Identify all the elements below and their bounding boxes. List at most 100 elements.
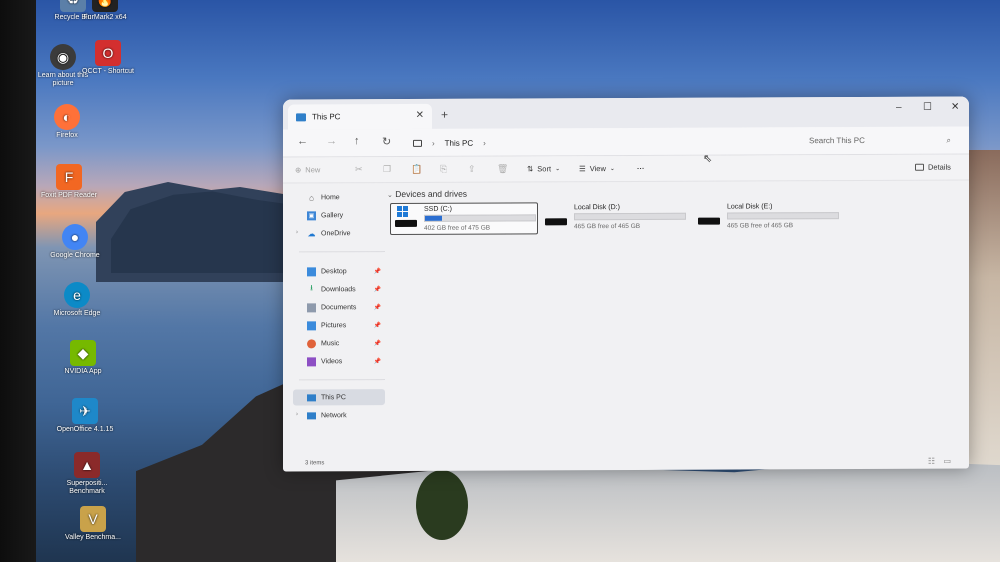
pin-icon[interactable]: 📌 bbox=[374, 268, 381, 275]
breadcrumb-this-pc[interactable]: This PC bbox=[445, 138, 473, 147]
details-button[interactable]: Details bbox=[915, 163, 951, 172]
new-button[interactable]: ⊕ New bbox=[295, 165, 320, 174]
view-button[interactable]: ☰ View ⌄ bbox=[579, 164, 615, 173]
mouse-cursor-icon: ⇖ bbox=[703, 153, 713, 165]
desktop-icon-valley[interactable]: V Valley Benchma... bbox=[58, 506, 128, 542]
forward-arrow-icon[interactable]: → bbox=[326, 135, 337, 147]
desktop-icon-label: Firefox bbox=[56, 132, 78, 139]
sidebar-item-network[interactable]: Network bbox=[293, 407, 385, 423]
desktop-icon-occt[interactable]: O OCCT - Shortcut bbox=[73, 40, 143, 76]
drive-item-d[interactable]: Local Disk (D:) 465 GB free of 465 GB bbox=[541, 202, 689, 235]
sidebar-item-music[interactable]: Music 📌 bbox=[293, 335, 385, 351]
computer-icon bbox=[307, 393, 316, 401]
sidebar-divider bbox=[299, 251, 385, 253]
search-icon: ⌕ bbox=[946, 135, 951, 145]
tiles-view-icon[interactable]: ▭ bbox=[943, 456, 951, 465]
minimize-button[interactable]: – bbox=[896, 102, 902, 113]
pin-icon[interactable]: 📌 bbox=[374, 358, 381, 365]
sidebar-item-onedrive[interactable]: ☁ OneDrive bbox=[293, 225, 385, 241]
drive-free-space: 465 GB free of 465 GB bbox=[727, 222, 794, 230]
sort-label: Sort bbox=[537, 164, 552, 174]
sidebar-item-downloads[interactable]: ⭳ Downloads 📌 bbox=[293, 281, 385, 297]
back-arrow-icon[interactable]: ← bbox=[297, 135, 308, 147]
drive-usage-bar bbox=[424, 214, 536, 222]
status-bar: 3 items ☷ ▭ bbox=[283, 453, 969, 472]
content-pane: ⌄ Devices and drives SSD (C:) 402 GB fre… bbox=[383, 181, 963, 444]
desktop-icon-label: FurMark2 x64 bbox=[83, 14, 127, 21]
pin-icon[interactable]: 📌 bbox=[374, 286, 381, 293]
network-icon bbox=[307, 411, 316, 419]
up-arrow-icon[interactable]: ↑ bbox=[354, 135, 360, 147]
tab-this-pc[interactable]: This PC ✕ bbox=[288, 103, 432, 130]
sidebar-item-pictures[interactable]: Pictures 📌 bbox=[293, 317, 385, 333]
search-placeholder: Search This PC bbox=[809, 135, 865, 146]
drive-name: Local Disk (D:) bbox=[574, 204, 620, 212]
new-tab-button[interactable]: + bbox=[441, 108, 448, 122]
superposition-icon: ▲ bbox=[74, 452, 100, 478]
pin-icon[interactable]: 📌 bbox=[374, 322, 381, 329]
copy-icon[interactable]: ❐ bbox=[383, 164, 391, 175]
desktop-icon-label: Valley Benchma... bbox=[65, 534, 121, 541]
drive-item-c[interactable]: SSD (C:) 402 GB free of 475 GB bbox=[390, 202, 538, 236]
sidebar-item-label: Gallery bbox=[321, 211, 344, 219]
details-view-icon[interactable]: ☷ bbox=[928, 456, 935, 465]
more-options-button[interactable]: ··· bbox=[637, 164, 645, 173]
address-bar[interactable]: › This PC › bbox=[405, 131, 795, 153]
documents-icon bbox=[307, 302, 316, 312]
sidebar-item-label: This PC bbox=[321, 393, 346, 401]
pin-icon[interactable]: 📌 bbox=[374, 304, 381, 311]
computer-icon bbox=[296, 112, 306, 121]
desktop-icon-foxit[interactable]: F Foxit PDF Reader bbox=[34, 164, 104, 200]
sort-button[interactable]: ⇅ Sort ⌄ bbox=[527, 164, 560, 173]
sidebar-item-desktop[interactable]: Desktop 📌 bbox=[293, 263, 385, 279]
rename-icon[interactable]: ⎘ bbox=[440, 164, 447, 175]
desktop-icons: ♻ Recycle Bin 🔥 FurMark2 x64 ◉ Learn abo… bbox=[34, 0, 134, 562]
plus-circle-icon: ⊕ bbox=[295, 165, 302, 175]
cut-icon[interactable]: ✂ bbox=[355, 164, 363, 175]
home-icon: ⌂ bbox=[309, 192, 314, 202]
desktop-icon-edge[interactable]: e Microsoft Edge bbox=[42, 282, 112, 318]
wallpaper-tree bbox=[416, 470, 468, 540]
chevron-down-icon: ⌄ bbox=[609, 166, 615, 173]
title-bar[interactable]: This PC ✕ + – ☐ ✕ bbox=[283, 96, 969, 130]
desktop-icon-nvidia[interactable]: ◆ NVIDIA App bbox=[48, 340, 118, 376]
wallpaper-town-right bbox=[966, 150, 1000, 470]
valley-icon: V bbox=[80, 506, 106, 532]
desktop-folder-icon bbox=[307, 266, 316, 276]
sidebar-item-home[interactable]: ⌂ Home bbox=[293, 189, 385, 205]
pin-icon[interactable]: 📌 bbox=[374, 340, 381, 347]
desktop-icon-openoffice[interactable]: ✈ OpenOffice 4.1.15 bbox=[50, 398, 120, 434]
close-window-button[interactable]: ✕ bbox=[951, 102, 959, 113]
share-icon[interactable]: ⇪ bbox=[468, 164, 476, 175]
command-bar: ⊕ New ✂ ❐ 📋 ⎘ ⇪ 🗑 ⇅ Sort ⌄ ☰ View ⌄ ··· … bbox=[283, 154, 969, 184]
drive-item-e[interactable]: Local Disk (E:) 465 GB free of 465 GB bbox=[694, 201, 842, 234]
drive-usage-bar bbox=[727, 212, 839, 220]
drive-icon bbox=[395, 219, 417, 228]
drive-usage-fill bbox=[425, 215, 442, 221]
sidebar-item-gallery[interactable]: ▣ Gallery bbox=[293, 207, 385, 223]
drive-free-space: 402 GB free of 475 GB bbox=[424, 224, 491, 232]
sidebar-item-videos[interactable]: Videos 📌 bbox=[293, 353, 385, 369]
chrome-icon: ● bbox=[62, 224, 88, 250]
item-count: 3 items bbox=[305, 460, 325, 467]
edge-icon: e bbox=[64, 282, 90, 308]
desktop-icon-label: NVIDIA App bbox=[64, 368, 102, 375]
delete-icon[interactable]: 🗑 bbox=[497, 164, 508, 175]
new-label: New bbox=[305, 165, 321, 175]
desktop-icon-chrome[interactable]: ● Google Chrome bbox=[40, 224, 110, 260]
chevron-right-icon[interactable]: › bbox=[483, 138, 486, 147]
maximize-button[interactable]: ☐ bbox=[923, 102, 932, 113]
search-input[interactable]: Search This PC ⌕ bbox=[803, 130, 963, 152]
navigation-bar: ← → ↑ ↻ › This PC › Search This PC ⌕ bbox=[283, 126, 969, 158]
sidebar-item-documents[interactable]: Documents 📌 bbox=[293, 299, 385, 315]
refresh-icon[interactable]: ↻ bbox=[382, 135, 391, 148]
section-header-devices[interactable]: ⌄ Devices and drives bbox=[387, 189, 467, 199]
drive-name: SSD (C:) bbox=[424, 205, 452, 213]
close-tab-icon[interactable]: ✕ bbox=[416, 110, 424, 121]
paste-icon[interactable]: 📋 bbox=[411, 164, 422, 175]
sidebar-item-this-pc[interactable]: This PC bbox=[293, 389, 385, 406]
desktop-icon-firefox[interactable]: ◐ Firefox bbox=[32, 104, 102, 140]
desktop-icon-superposition[interactable]: ▲ Superpositi... Benchmark bbox=[52, 452, 122, 496]
desktop-icon-label: Microsoft Edge bbox=[53, 310, 101, 317]
desktop-icon-furmark[interactable]: 🔥 FurMark2 x64 bbox=[70, 0, 140, 22]
